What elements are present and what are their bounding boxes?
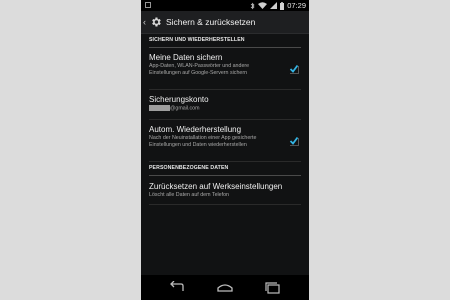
action-bar: ‹ Sichern & zurücksetzen [141,11,309,34]
back-icon[interactable] [167,281,187,294]
setting-summary: App-Daten, WLAN-Passwörter und andere Ei… [149,63,250,76]
setting-auto-restore[interactable]: Autom. Wiederherstellung Nach der Neuins… [149,120,301,162]
redacted-email [149,105,170,111]
status-bar: 07:29 [141,0,309,11]
wifi-icon [258,2,268,9]
setting-summary: @gmail.com [149,105,301,112]
battery-icon [280,1,285,10]
setting-title: Meine Daten sichern [149,53,223,62]
home-icon[interactable] [215,281,235,294]
setting-title: Zurücksetzen auf Werkseinstellungen [149,182,283,191]
navigation-bar [141,275,309,300]
section-header-backup: SICHERN UND WIEDERHERSTELLEN [149,34,301,48]
setting-backup-account[interactable]: Sicherungskonto @gmail.com [149,90,301,120]
backup-checkbox[interactable] [289,64,299,74]
setting-factory-reset[interactable]: Zurücksetzen auf Werkseinstellungen Lösc… [149,176,301,205]
gear-icon[interactable] [150,16,162,28]
setting-title: Sicherungskonto [149,95,209,104]
section-header-personal: PERSONENBEZOGENE DATEN [149,162,301,176]
email-domain: @gmail.com [170,105,200,112]
setting-summary: Nach der Neuinstallation einer App gesic… [149,135,257,148]
settings-list: SICHERN UND WIEDERHERSTELLEN Meine Daten… [141,34,309,205]
auto-restore-checkbox[interactable] [289,136,299,146]
page-title: Sichern & zurücksetzen [166,17,256,27]
setting-backup-data[interactable]: Meine Daten sichern App-Daten, WLAN-Pass… [149,48,301,90]
status-time: 07:29 [287,1,306,10]
recents-icon[interactable] [263,281,283,294]
up-navigation-icon[interactable]: ‹ [143,11,149,33]
signal-icon [270,2,278,9]
notification-icon [145,2,151,8]
setting-summary: Löscht alle Daten auf dem Telefon [149,192,229,198]
setting-title: Autom. Wiederherstellung [149,125,242,134]
phone-screen: 07:29 ‹ Sichern & zurücksetzen SICHERN U… [141,0,309,300]
bluetooth-icon [250,2,255,9]
